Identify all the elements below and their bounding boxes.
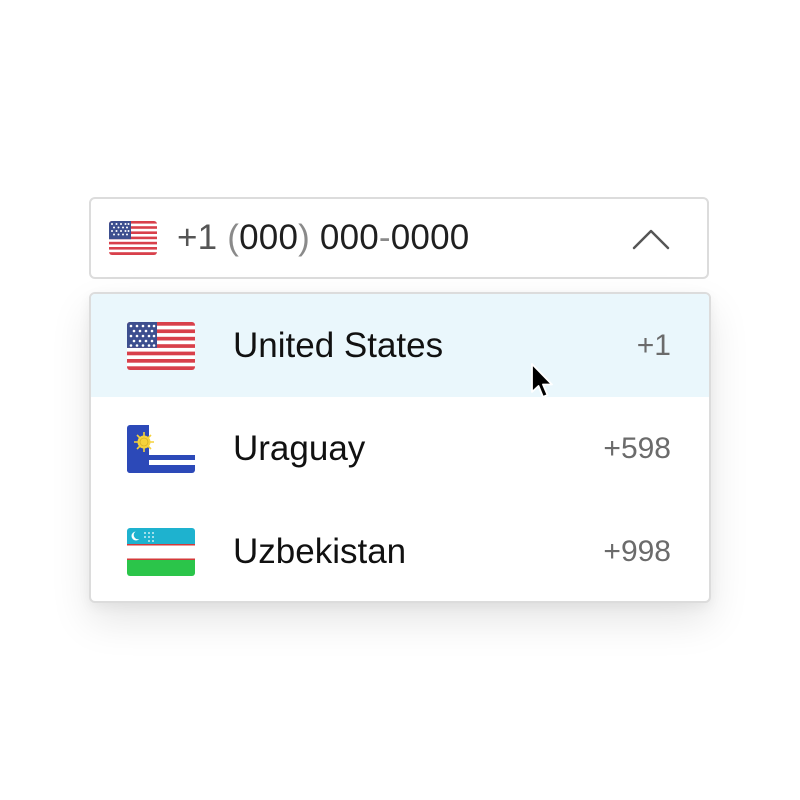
dial-code: +998 (603, 534, 671, 568)
country-option-uraguay[interactable]: Uraguay +598 (91, 397, 709, 500)
phone-number-field[interactable]: +1 (000) 000-0000 (89, 197, 709, 279)
country-option-uzbekistan[interactable]: Uzbekistan +998 (91, 500, 709, 601)
mask-close-paren: ) (298, 218, 310, 257)
mask-open-paren: ( (227, 218, 240, 257)
chevron-up-icon[interactable] (631, 221, 671, 257)
country-name: Uzbekistan (233, 531, 407, 571)
phone-number-input[interactable]: +1 (000) 000-0000 (177, 218, 469, 258)
flag-uz-icon (127, 527, 195, 576)
mask-last: 0000 (390, 218, 470, 257)
mask-dash: - (378, 218, 391, 257)
mask-first: 000 (319, 218, 379, 257)
dial-code: +598 (603, 431, 671, 465)
country-option-united-states[interactable]: United States +1 (91, 294, 709, 397)
dial-code: +1 (636, 328, 671, 362)
flag-uy-icon (127, 424, 195, 473)
stage: +1 (000) 000-0000 United States +1 Uragu… (0, 0, 800, 800)
country-name: Uraguay (233, 428, 366, 468)
country-dropdown: United States +1 Uraguay +598 Uzbekistan… (89, 292, 711, 603)
mask-area: 000 (239, 218, 299, 257)
flag-us-icon[interactable] (109, 221, 157, 255)
flag-us-icon (127, 321, 195, 370)
country-name: United States (233, 325, 444, 365)
country-prefix: +1 (177, 218, 218, 257)
